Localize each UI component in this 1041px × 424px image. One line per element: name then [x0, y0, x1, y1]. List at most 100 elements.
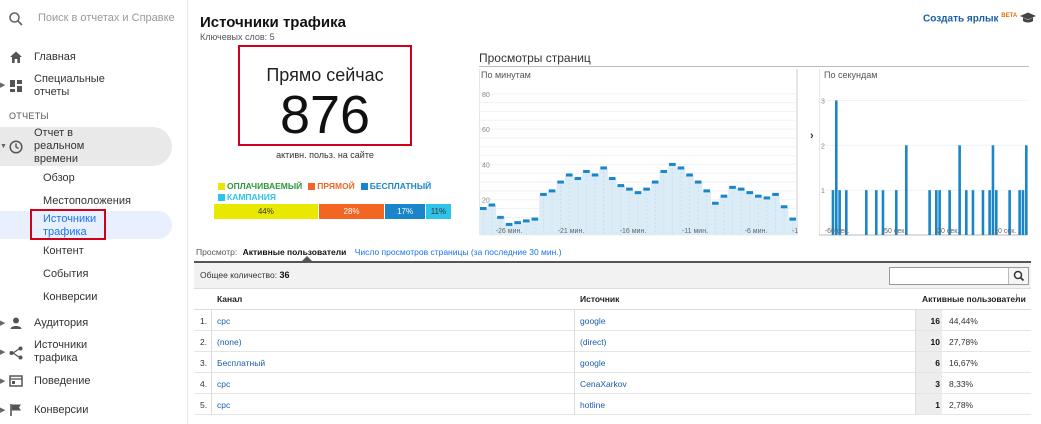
create-shortcut-link[interactable]: Создать ярлык BETA: [923, 13, 1017, 24]
channel-link[interactable]: cpc: [217, 400, 230, 410]
expand-arrow-icon: ▶: [0, 349, 6, 356]
total-value: 36: [279, 270, 290, 280]
tab-pageviews[interactable]: Число просмотров страницы (за последние …: [355, 247, 562, 257]
active-users-count: 876: [279, 85, 371, 145]
column-header-source[interactable]: Источник: [580, 294, 619, 304]
analytics-app: Поиск в отчетах и Справке Главная ▶ Спец…: [0, 0, 1041, 424]
tab-active-users[interactable]: Активные пользователи: [243, 247, 347, 257]
data-point: [729, 185, 736, 189]
report-search[interactable]: Поиск в отчетах и Справке: [0, 0, 188, 38]
sidebar-subitem-locations[interactable]: Местоположения: [43, 195, 131, 207]
per-second-chart: 3 2 1 -60 сек. -50 сек. -30 сек. -10 сек.: [819, 69, 1028, 236]
data-point: [480, 207, 487, 211]
data-point: [608, 177, 616, 181]
table-search-button[interactable]: [1008, 268, 1028, 284]
data-point: [772, 192, 779, 196]
expand-arrow-icon: ▶: [0, 407, 6, 414]
active-users-percent: 27,78%: [949, 337, 978, 347]
sidebar-item-label: Конверсии: [34, 404, 89, 416]
table-toolbar: Общее количество: 36: [194, 263, 1031, 289]
data-point: [789, 217, 796, 221]
table-row: 2. (none) (direct) 10 27,78%: [194, 331, 1031, 352]
sidebar-item-home[interactable]: Главная: [0, 50, 188, 66]
sidebar-item-label: Источники трафика: [34, 339, 88, 364]
graduation-cap-icon[interactable]: [1019, 12, 1037, 24]
sidebar-item-behavior[interactable]: ▶ Поведение: [0, 374, 188, 390]
source-link[interactable]: (direct): [580, 337, 606, 347]
legend-label: КАМПАНИЯ: [227, 192, 277, 202]
source-link[interactable]: google: [580, 358, 606, 368]
chart-expand-arrow-icon[interactable]: ›: [810, 130, 814, 142]
traffic-type-legend: ОПЛАЧИВАЕМЫЙ ПРЯМОЙ БЕСПЛАТНЫЙ КАМПАНИЯ: [218, 181, 458, 203]
legend-label: ПРЯМОЙ: [317, 181, 355, 191]
page-title: Источники трафика: [200, 14, 346, 31]
view-prefix: Просмотр:: [196, 247, 238, 257]
sidebar-item-acquisition[interactable]: ▶ Источники трафика: [0, 339, 188, 367]
channel-link[interactable]: cpc: [217, 379, 230, 389]
channel-link[interactable]: (none): [217, 337, 242, 347]
data-bar: [988, 190, 991, 235]
search-placeholder: Поиск в отчетах и Справке: [38, 12, 175, 24]
y-tick-label: 40: [482, 162, 490, 169]
person-icon: [10, 317, 22, 329]
flag-icon: [10, 404, 21, 416]
sidebar-item-audience[interactable]: ▶ Аудитория: [0, 316, 188, 332]
row-number: 4.: [200, 379, 208, 389]
data-bar: [865, 190, 868, 235]
data-bar: [905, 145, 908, 235]
data-bar: [1018, 190, 1021, 235]
data-point: [634, 191, 642, 195]
share-segment: 11%: [425, 204, 451, 219]
x-tick-label: -6 мин.: [745, 228, 768, 235]
data-bar: [1021, 190, 1025, 235]
data-point: [600, 166, 607, 170]
sidebar-item-label: Специальные отчеты: [34, 73, 105, 98]
column-divider: [915, 310, 916, 415]
dashboard-icon: [10, 80, 22, 92]
data-point: [514, 221, 521, 225]
x-tick-label: -26 мин.: [496, 228, 523, 235]
y-tick-label: 1: [821, 188, 825, 195]
traffic-table: Общее количество: 36 Канал Источник Акти…: [194, 261, 1031, 415]
column-divider: [574, 310, 575, 415]
legend-swatch: [218, 183, 225, 190]
legend-label: БЕСПЛАТНЫЙ: [369, 181, 432, 191]
sidebar-subitem-overview[interactable]: Обзор: [43, 172, 75, 184]
channel-link[interactable]: Бесплатный: [217, 358, 265, 368]
sidebar-item-realtime[interactable]: ▼ Отчет в реальном времени: [0, 127, 188, 166]
source-link[interactable]: google: [580, 316, 606, 326]
legend-swatch: [308, 183, 316, 190]
legend-swatch: [218, 194, 225, 201]
data-bar: [965, 190, 968, 235]
legend-item: ОПЛАЧИВАЕМЫЙ: [218, 181, 302, 192]
sort-desc-arrow-icon[interactable]: ↓: [1014, 291, 1020, 303]
active-users-value: 1: [935, 400, 940, 410]
acquisition-icon: [9, 346, 23, 360]
sidebar-item-custom-reports[interactable]: ▶ Специальные отчеты: [0, 72, 188, 100]
collapse-arrow-icon: ▼: [0, 143, 7, 150]
active-users-value: 6: [935, 358, 940, 368]
expand-arrow-icon: ▶: [0, 82, 6, 89]
data-bar: [928, 190, 931, 235]
data-point: [505, 222, 513, 226]
sidebar-subitem-content[interactable]: Контент: [43, 245, 84, 257]
column-header-channel[interactable]: Канал: [217, 294, 242, 304]
data-point: [712, 201, 719, 205]
beta-badge: BETA: [1001, 13, 1018, 19]
data-point: [548, 189, 556, 193]
page-subtitle: Ключевых слов: 5: [200, 32, 275, 42]
table-search-input[interactable]: [889, 267, 1029, 285]
column-header-active-users[interactable]: Активные пользователи: [922, 294, 1026, 304]
data-point: [669, 162, 676, 166]
data-point: [583, 169, 590, 173]
data-point: [626, 187, 633, 191]
data-point: [531, 217, 539, 221]
sidebar-subitem-conversions[interactable]: Конверсии: [43, 291, 97, 303]
sidebar-item-conversions[interactable]: ▶ Конверсии: [0, 403, 188, 419]
source-link[interactable]: hotline: [580, 400, 605, 410]
channel-link[interactable]: cpc: [217, 316, 230, 326]
sidebar-subitem-events[interactable]: События: [43, 268, 88, 280]
data-point: [780, 205, 788, 209]
source-link[interactable]: CenaXarkov: [580, 379, 627, 389]
y-tick-label: 3: [821, 98, 825, 105]
